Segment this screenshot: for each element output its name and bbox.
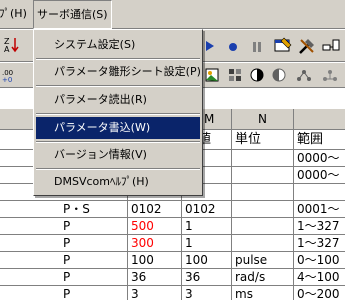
pause-icon[interactable] [252,41,262,52]
cell-d: rad/s [232,269,294,286]
cell-e: 0000～ [297,151,340,165]
image-icon[interactable] [205,68,219,82]
tools-icon[interactable] [297,36,317,56]
cell-b: 300 [128,235,182,252]
svg-text:+0: +0 [2,76,12,82]
cell-d [232,184,294,201]
cell-b: 100 [128,252,182,269]
cell-e [294,184,345,201]
cell-c: 36 [182,269,232,286]
cell-a: P [60,269,128,286]
menu-item-version-info[interactable]: バージョン情報(V) [36,144,200,166]
connect-icon[interactable] [321,36,341,56]
network-2-icon[interactable] [322,68,338,82]
cell-a: P [60,235,128,252]
cell-c: 1 [182,218,232,235]
menu-separator [36,58,200,60]
cell-d [232,201,294,218]
header-unit: 単位 [232,130,294,150]
table-row[interactable]: P・S 0102 0102 0001～ [0,201,345,218]
cell-d [232,167,294,184]
header-range: 範囲 [297,132,324,147]
cell-d: ms [232,286,294,300]
table-row[interactable]: P 36 36 rad/s 4～100 [0,269,345,286]
cell-a: P [60,218,128,235]
cell-c: 1 [182,235,232,252]
menu-help[interactable]: ﾌﾟ(H) [0,0,30,29]
cell-b: 500 [128,218,182,235]
cell-d: pulse [232,252,294,269]
cell-b: 0102 [128,201,182,218]
menu-item-read-params[interactable]: パラメータ読出(R) [36,89,200,111]
record-icon[interactable] [228,41,238,51]
contrast-icon[interactable] [250,68,264,82]
cell-a: P [60,286,128,300]
cell-e: 0～100 [297,253,340,267]
cell-b: 3 [128,286,182,300]
table-row[interactable]: P 100 100 pulse 0～100 [0,252,345,269]
network-icon[interactable] [296,68,312,82]
cell-c: 3 [182,286,232,300]
number-format-icon[interactable]: .00 +0 [2,68,20,84]
cell-e: 0001～ [297,202,340,216]
cell-c: 100 [182,252,232,269]
cell-a: P・S [60,201,128,218]
cell-d [232,218,294,235]
cell-d [232,150,294,167]
cell-e: 4～100 [297,270,340,284]
cell-e: 0～200 [297,287,340,300]
table-row[interactable]: P 300 1 1～327 [0,235,345,252]
menu-servo-comm[interactable]: サーボ通信(S) [33,0,112,29]
menu-separator [36,141,200,143]
header-col-n[interactable]: N [232,109,294,131]
cell-a: P [60,252,128,269]
contrast-2-icon[interactable] [272,68,286,82]
table-row[interactable]: P 3 3 ms 0～200 [0,286,345,300]
grid-icon[interactable] [228,68,242,82]
menu-bar: ﾌﾟ(H) サーボ通信(S) [0,0,345,29]
servo-comm-dropdown: システム設定(S) パラメータ雛形シート設定(P) パラメータ読出(R) パラメ… [33,29,203,196]
play-icon[interactable] [205,40,215,52]
cell-c: 0102 [182,201,232,218]
menu-item-system-settings[interactable]: システム設定(S) [36,34,200,56]
svg-text:A: A [4,45,10,54]
cell-e: 0000～ [297,168,340,182]
menu-separator [36,113,200,115]
menu-item-write-params[interactable]: パラメータ書込(W) [36,117,200,139]
cell-d [232,235,294,252]
cell-b: 36 [128,269,182,286]
settings-icon[interactable] [274,36,292,56]
sort-az-icon[interactable]: ZA [2,36,20,54]
menu-item-template-sheet[interactable]: パラメータ雛形シート設定(P) [36,61,201,83]
cell-e: 1～327 [297,219,340,233]
menu-item-help[interactable]: DMSVcomﾍﾙﾌﾟ(H) [36,171,200,193]
menu-separator [36,85,200,87]
menu-separator [36,168,200,170]
table-row[interactable]: P 500 1 1～327 [0,218,345,235]
cell-e: 1～327 [297,236,340,250]
